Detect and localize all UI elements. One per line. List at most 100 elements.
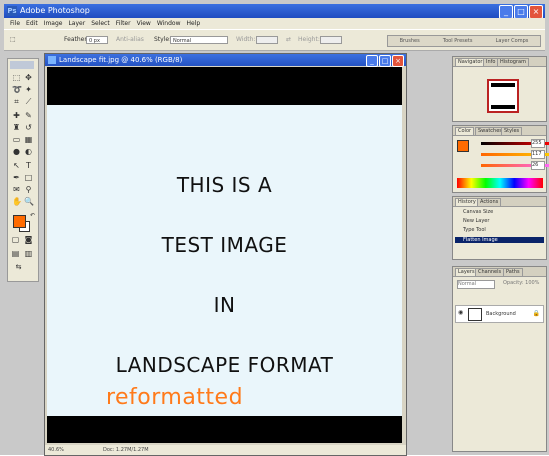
hand-icon[interactable]: ✋: [12, 197, 22, 206]
quick-mask-icon[interactable]: ◙: [24, 235, 33, 244]
menu-window[interactable]: Window: [157, 18, 181, 29]
zoom-level[interactable]: 40.6%: [48, 445, 64, 455]
top-black-band: [47, 67, 402, 105]
maximize-icon[interactable]: □: [514, 5, 528, 19]
healing-brush-icon[interactable]: ✚: [12, 111, 21, 120]
dodge-icon[interactable]: ◐: [24, 147, 33, 156]
minimize-icon[interactable]: _: [499, 5, 513, 19]
height-input[interactable]: [320, 36, 342, 44]
image-canvas[interactable]: THIS IS A TEST IMAGE IN LANDSCAPE FORMAT…: [47, 67, 402, 443]
pen-icon[interactable]: ✒: [12, 173, 21, 182]
clone-stamp-icon[interactable]: ♜: [12, 123, 21, 132]
close-icon[interactable]: ×: [529, 5, 543, 19]
feather-input[interactable]: 0 px: [86, 36, 108, 44]
marquee-tool-icon[interactable]: ⬚: [10, 36, 16, 43]
tray-layer-comps[interactable]: Layer Comps: [496, 36, 529, 46]
doc-maximize-icon[interactable]: □: [379, 55, 391, 67]
tab-histogram[interactable]: Histogram: [497, 58, 529, 66]
screen-mode-full-icon[interactable]: ▥: [24, 249, 33, 258]
blur-icon[interactable]: ●: [12, 147, 21, 156]
eye-icon[interactable]: ◉: [458, 310, 464, 316]
document-status-bar: 40.6% Doc: 1.27M/1.27M: [45, 445, 406, 455]
tray-brushes[interactable]: Brushes: [400, 36, 420, 46]
marquee-icon[interactable]: ⬚: [12, 73, 21, 82]
history-tabs: History Actions: [453, 197, 546, 207]
canvas-line-3: IN: [213, 293, 236, 317]
eyedropper-icon[interactable]: ⚲: [24, 185, 33, 194]
app-logo-icon: Ps: [7, 6, 17, 16]
green-value[interactable]: 117: [531, 150, 545, 159]
path-select-icon[interactable]: ↖: [12, 161, 21, 170]
history-item-flatten-image[interactable]: Flatten Image: [455, 237, 544, 243]
menu-bar: File Edit Image Layer Select Filter View…: [4, 18, 545, 29]
move-icon[interactable]: ✥: [24, 73, 33, 82]
toolbox-header: [10, 61, 34, 69]
notes-icon[interactable]: ✉: [12, 185, 21, 194]
document-size: Doc: 1.27M/1.27M: [103, 447, 149, 453]
style-select[interactable]: Normal: [170, 36, 228, 44]
menu-layer[interactable]: Layer: [68, 18, 85, 29]
navigator-palette: Navigator Info Histogram: [452, 56, 547, 122]
type-icon[interactable]: T: [24, 161, 33, 170]
menu-filter[interactable]: Filter: [116, 18, 131, 29]
width-input[interactable]: [256, 36, 278, 44]
magic-wand-icon[interactable]: ✦: [24, 85, 33, 94]
eraser-icon[interactable]: ▭: [12, 135, 21, 144]
doc-minimize-icon[interactable]: _: [366, 55, 378, 67]
history-item-label: New Layer: [463, 218, 490, 224]
swap-icon[interactable]: ⇄: [286, 36, 291, 43]
menu-view[interactable]: View: [137, 18, 151, 29]
menu-edit[interactable]: Edit: [26, 18, 38, 29]
screen-mode-standard-icon[interactable]: ▤: [11, 249, 20, 258]
document-icon: [48, 56, 56, 64]
crop-icon[interactable]: ⌗: [12, 97, 21, 106]
lasso-icon[interactable]: ➰: [12, 85, 22, 94]
history-item-type-tool[interactable]: Type Tool: [463, 227, 486, 233]
foreground-color-swatch[interactable]: [13, 215, 26, 228]
menu-select[interactable]: Select: [91, 18, 110, 29]
history-item-new-layer[interactable]: New Layer: [463, 218, 489, 224]
history-palette: History Actions Canvas Size New Layer Ty…: [452, 196, 547, 260]
jump-to-imageready-icon[interactable]: ⇆: [14, 263, 23, 272]
history-brush-icon[interactable]: ↺: [24, 123, 33, 132]
window-title: Adobe Photoshop: [20, 6, 90, 15]
gradient-icon[interactable]: ▦: [24, 135, 33, 144]
opacity-field[interactable]: Opacity: 100%: [503, 280, 539, 286]
history-item-canvas-size[interactable]: Canvas Size: [463, 209, 493, 215]
tab-paths[interactable]: Paths: [503, 268, 523, 276]
color-fg-chip[interactable]: [457, 140, 469, 152]
red-value[interactable]: 255: [531, 139, 545, 148]
tab-channels[interactable]: Channels: [475, 268, 505, 276]
width-label: Width:: [236, 36, 256, 43]
tray-tool-presets[interactable]: Tool Presets: [443, 36, 473, 46]
canvas-line-2: TEST IMAGE: [161, 233, 288, 257]
tab-color[interactable]: Color: [455, 127, 475, 135]
menu-help[interactable]: Help: [187, 18, 201, 29]
standard-mode-icon[interactable]: ▢: [11, 235, 20, 244]
layer-row-background[interactable]: ◉ Background 🔒: [455, 305, 544, 323]
antialias-checkbox[interactable]: Anti-alias: [116, 36, 144, 43]
zoom-icon[interactable]: 🔍: [24, 197, 34, 206]
history-item-label: Flatten Image: [463, 237, 498, 243]
tab-styles[interactable]: Styles: [501, 127, 523, 135]
menu-image[interactable]: Image: [44, 18, 63, 29]
layer-name: Background: [486, 311, 516, 317]
brush-icon[interactable]: ✎: [24, 111, 33, 120]
document-controls: _ □ ×: [366, 55, 404, 67]
doc-close-icon[interactable]: ×: [392, 55, 404, 67]
shape-icon[interactable]: □: [24, 173, 33, 182]
navigator-tabs: Navigator Info Histogram: [453, 57, 546, 67]
color-ramp[interactable]: [457, 178, 543, 188]
tab-actions[interactable]: Actions: [477, 198, 502, 206]
height-label: Height:: [298, 36, 320, 43]
tab-history[interactable]: History: [455, 198, 479, 206]
blend-mode-select[interactable]: Normal: [457, 280, 495, 289]
tab-navigator[interactable]: Navigator: [455, 58, 486, 66]
color-palette: Color Swatches Styles 255 117 26: [452, 125, 549, 193]
layer-thumbnail: [468, 308, 482, 321]
blue-value[interactable]: 26: [531, 161, 545, 170]
swap-colors-icon[interactable]: ↶: [28, 211, 37, 220]
slice-icon[interactable]: ⟋: [24, 97, 33, 106]
navigator-thumbnail[interactable]: [487, 79, 519, 113]
menu-file[interactable]: File: [10, 18, 20, 29]
